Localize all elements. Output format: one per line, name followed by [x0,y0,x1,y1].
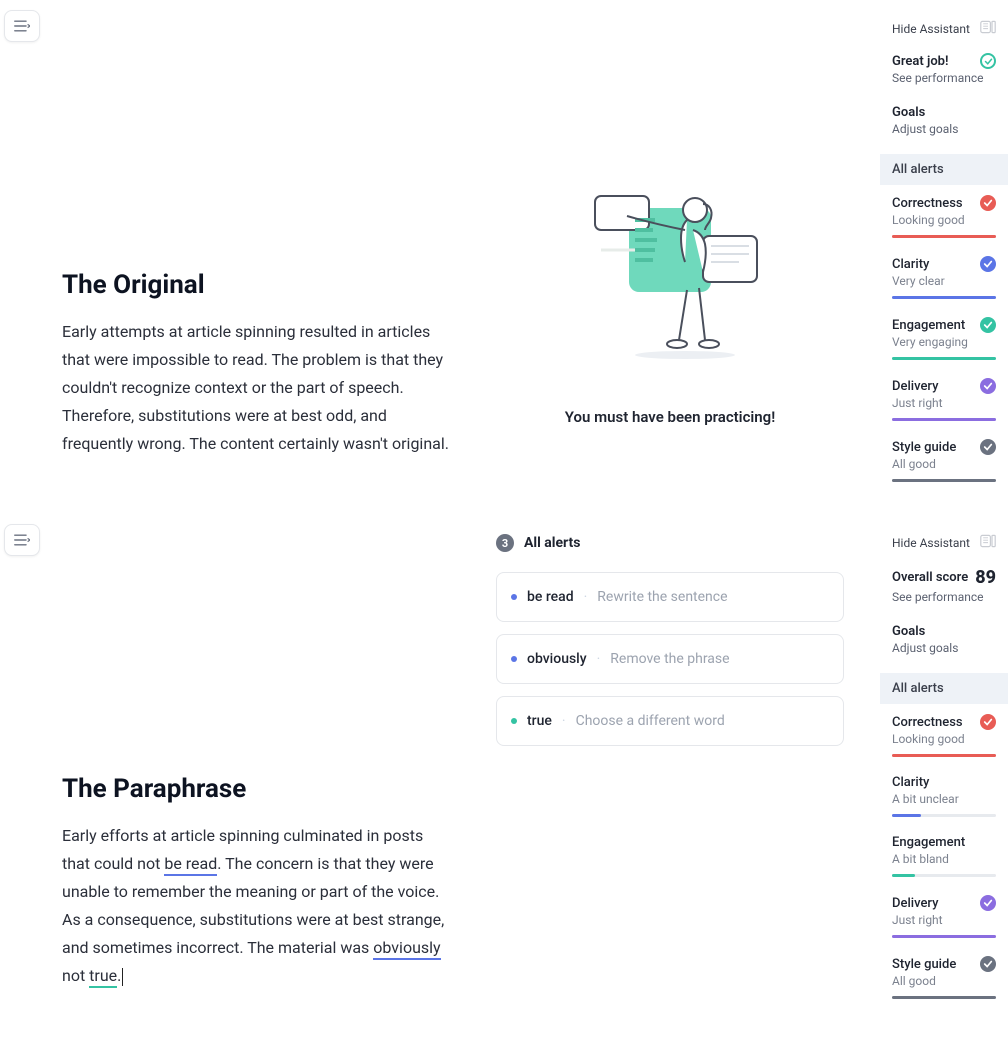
sidebar-toggle-button[interactable] [4,524,40,556]
praise-text: You must have been practicing! [500,408,840,426]
performance-row[interactable]: Overall score 89 See performance [880,559,1008,616]
category-style guide[interactable]: Style guideAll good [880,429,1008,490]
assistant-sidebar: Hide AssistantGreat job!See performanceG… [880,0,1008,510]
menu-icon [14,533,30,547]
check-circle-icon [980,956,996,972]
alert-sep: · [562,713,566,729]
alert-card[interactable]: true · Choose a different word [496,696,844,746]
performance-title: Great job! [892,54,948,69]
check-circle-icon [980,714,996,730]
alerts-count-badge: 3 [496,534,514,552]
overall-score: 89 [975,567,996,588]
category-bar [892,754,996,757]
goals-row[interactable]: GoalsAdjust goals [880,97,1008,154]
alert-suggestion: Choose a different word [576,713,725,729]
alert-dot-icon [511,718,517,724]
category-style guide[interactable]: Style guideAll good [880,946,1008,1007]
category-bar [892,296,996,299]
goals-row[interactable]: GoalsAdjust goals [880,616,1008,673]
alerts-block: 3 All alerts be read · Rewrite the sentenc… [496,534,844,758]
alert-dot-icon [511,656,517,662]
category-bar [892,357,996,360]
category-clarity[interactable]: ClarityA bit unclear [880,765,1008,825]
paraphrase-title: The Paraphrase [62,774,452,804]
check-circle-icon [980,256,996,272]
alert-card[interactable]: be read · Rewrite the sentence [496,572,844,622]
assistant-sidebar: Hide Assistant Overall score 89 See perform… [880,514,1008,1051]
alert-suggestion: Rewrite the sentence [597,589,727,605]
category-bar [892,935,996,938]
category-bar [892,235,996,238]
all-alerts-section[interactable]: All alerts [880,154,1008,185]
performance-sub: See performance [892,71,996,85]
category-bar [892,874,996,877]
mark-true[interactable]: true [89,966,117,988]
check-circle-icon [980,378,996,394]
category-bar [892,479,996,482]
category-correctness[interactable]: CorrectnessLooking good [880,185,1008,246]
original-title: The Original [62,270,452,300]
alert-word: obviously [527,651,587,667]
check-ring-icon [980,53,996,69]
paraphrase-body[interactable]: Early efforts at article spinning culmin… [62,822,452,990]
hide-assistant-link[interactable]: Hide Assistant [892,536,970,550]
category-engagement[interactable]: EngagementA bit bland [880,825,1008,885]
check-circle-icon [980,195,996,211]
alert-sep: · [597,651,601,667]
category-correctness[interactable]: CorrectnessLooking good [880,704,1008,765]
alert-dot-icon [511,594,517,600]
category-bar [892,418,996,421]
original-body: Early attempts at article spinning resul… [62,318,452,458]
panel-icon[interactable] [980,20,996,37]
alerts-label: All alerts [524,535,580,551]
category-delivery[interactable]: DeliveryJust right [880,885,1008,946]
check-circle-icon [980,317,996,333]
all-alerts-section[interactable]: All alerts [880,673,1008,704]
praise-illustration [575,190,765,360]
category-delivery[interactable]: DeliveryJust right [880,368,1008,429]
performance-sub: See performance [892,590,996,604]
check-circle-icon [980,439,996,455]
panel-icon[interactable] [980,534,996,551]
check-circle-icon [980,895,996,911]
alert-sep: · [584,589,588,605]
alert-word: be read [527,589,574,605]
mark-be-read[interactable]: be read [164,854,217,876]
alert-card[interactable]: obviously · Remove the phrase [496,634,844,684]
category-bar [892,814,996,817]
performance-row[interactable]: Great job! See performance [880,45,1008,97]
alert-suggestion: Remove the phrase [610,651,729,667]
hide-assistant-link[interactable]: Hide Assistant [892,22,970,36]
category-clarity[interactable]: ClarityVery clear [880,246,1008,307]
category-engagement[interactable]: EngagementVery engaging [880,307,1008,368]
performance-title: Overall score [892,570,968,585]
text-cursor [122,968,123,986]
mark-obviously[interactable]: obviously [373,938,440,960]
menu-icon [14,19,30,33]
alert-word: true [527,713,552,729]
sidebar-toggle-button[interactable] [4,10,40,42]
category-bar [892,996,996,999]
